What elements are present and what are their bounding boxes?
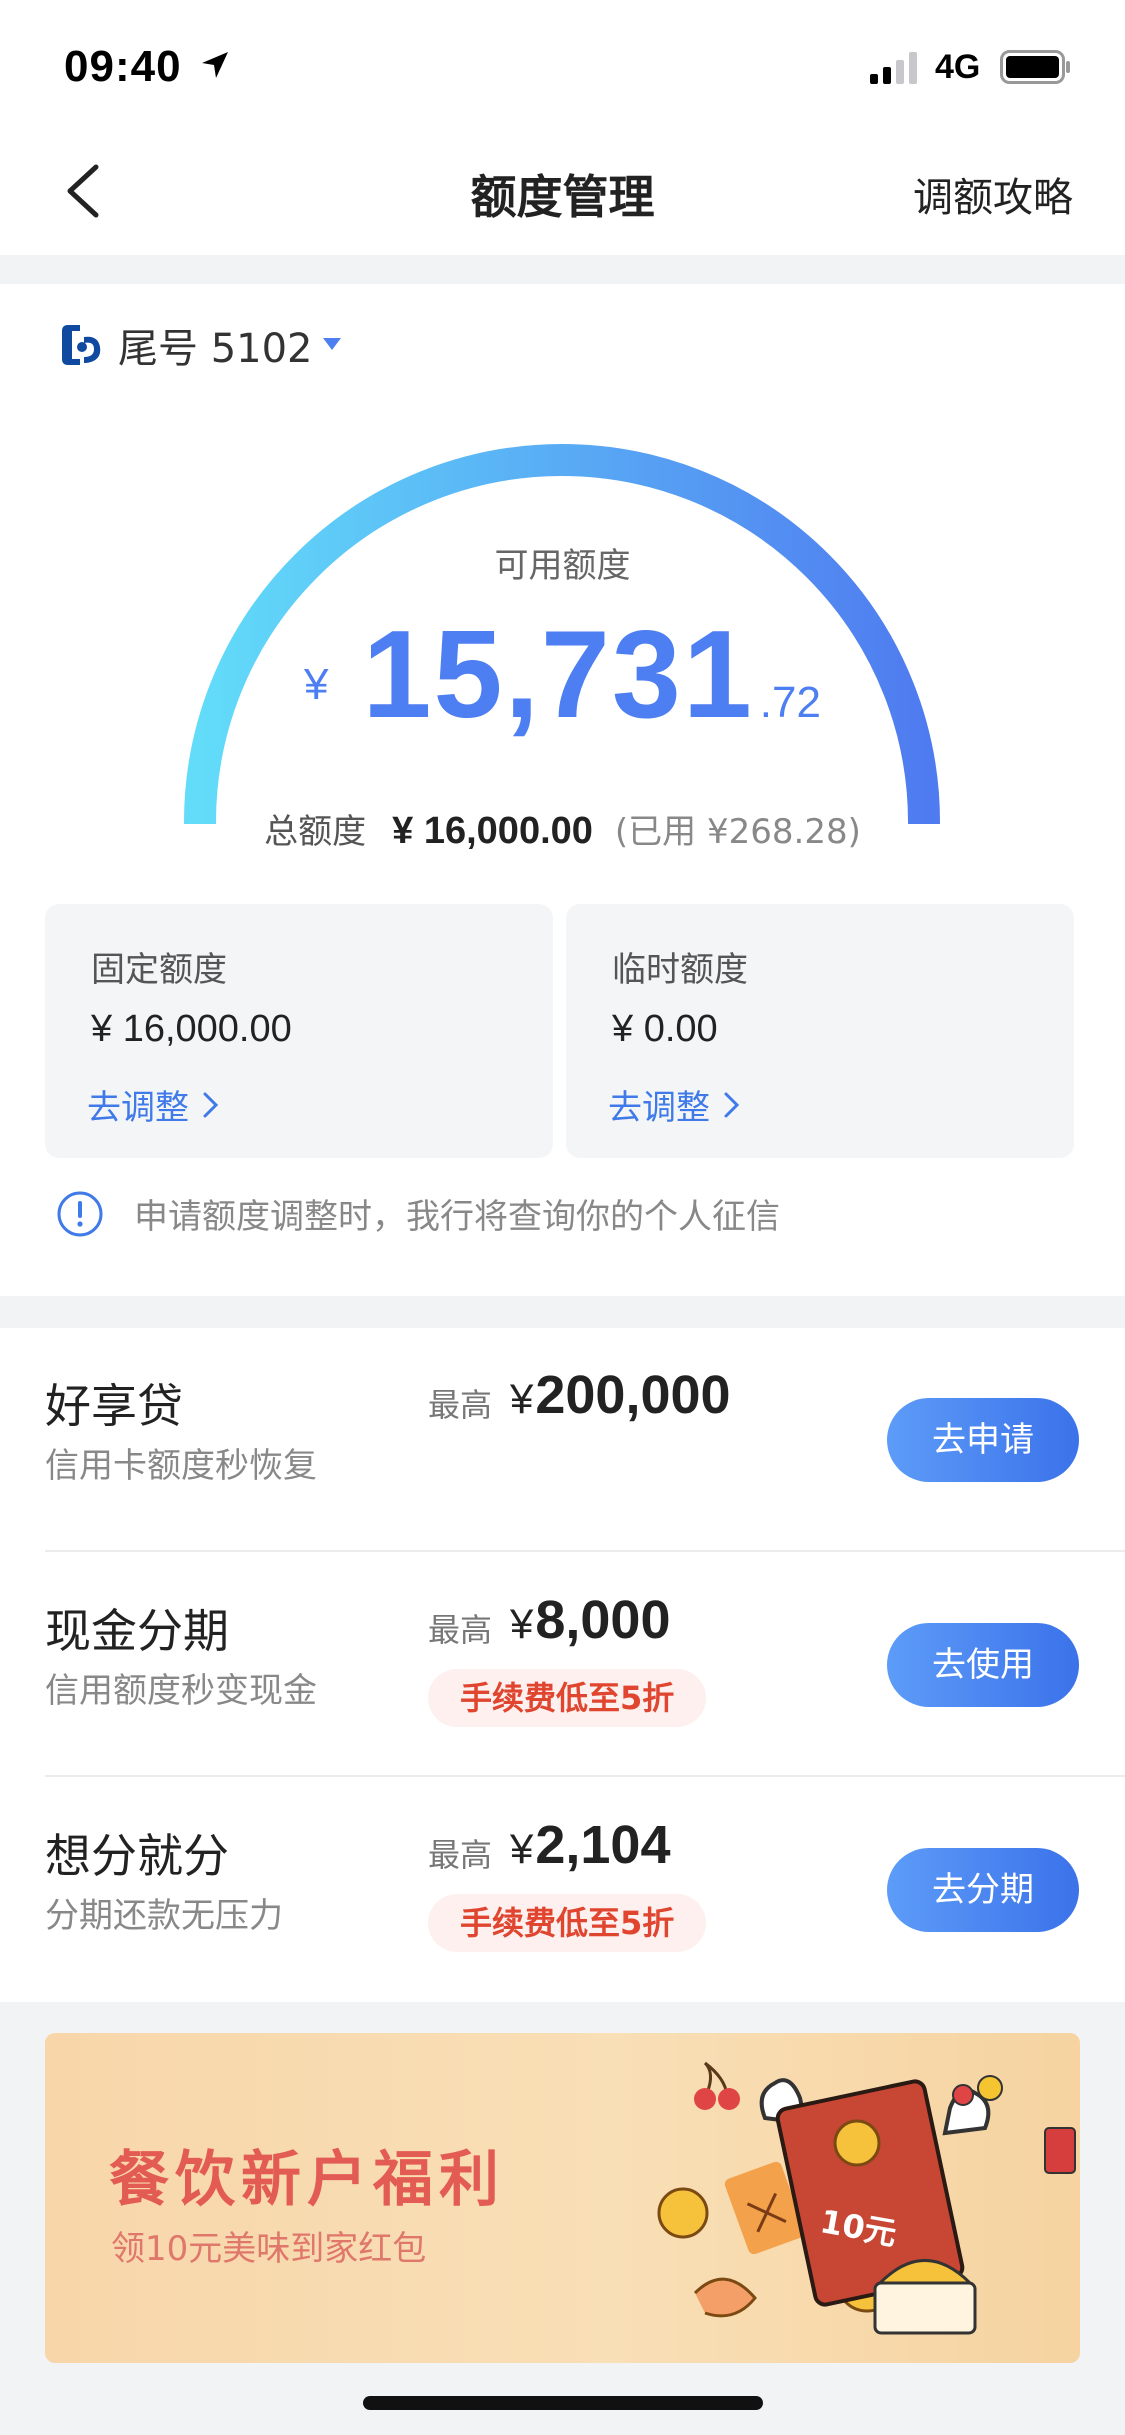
promo-banner[interactable]: 餐饮新户福利 领10元美味到家红包 10元 bbox=[45, 2033, 1080, 2363]
red-envelope-illustration: 10元 bbox=[657, 2061, 1076, 2335]
product-title: 现金分期 bbox=[45, 1604, 229, 1658]
total-limit-label: 总额度 bbox=[264, 812, 367, 852]
adjust-fixed-limit-link[interactable]: 去调整 bbox=[87, 1080, 219, 1129]
currency-symbol: ¥ bbox=[510, 1375, 534, 1422]
product-list: 好享贷 信用卡额度秒恢复 最高 ¥200,000 去申请 现金分期 信用额度秒变… bbox=[0, 1328, 1125, 2002]
chevron-right-icon bbox=[203, 1092, 219, 1117]
max-label: 最高 bbox=[428, 1386, 493, 1424]
limit-tips-link[interactable]: 调额攻略 bbox=[913, 165, 1073, 223]
network-type: 4G bbox=[935, 48, 981, 86]
fixed-limit-card: 固定额度 ¥ 16,000.00 去调整 bbox=[45, 904, 553, 1158]
banner-title: 餐饮新户福利 bbox=[109, 2145, 505, 2215]
max-amount-value: 200,000 bbox=[535, 1365, 731, 1425]
fee-discount-badge: 手续费低至5折 bbox=[428, 1894, 707, 1952]
temporary-limit-card: 临时额度 ¥ 0.00 去调整 bbox=[566, 904, 1074, 1158]
notice-text: 申请额度调整时，我行将查询你的个人征信 bbox=[134, 1197, 780, 1237]
location-arrow-icon bbox=[202, 52, 228, 78]
total-limit-line: 总额度 ¥ 16,000.00 (已用 ¥268.28) bbox=[0, 804, 1125, 853]
adjust-temporary-limit-link[interactable]: 去调整 bbox=[608, 1080, 740, 1129]
available-amount-integer: 15,731 bbox=[362, 606, 754, 744]
temporary-limit-title: 临时额度 bbox=[612, 950, 748, 990]
nav-bar: 额度管理 调额攻略 bbox=[0, 135, 1125, 255]
divider bbox=[45, 1775, 1125, 1777]
info-icon bbox=[57, 1191, 103, 1236]
product-title: 想分就分 bbox=[45, 1829, 229, 1883]
currency-symbol: ¥ bbox=[510, 1600, 534, 1647]
max-label: 最高 bbox=[428, 1836, 493, 1874]
available-amount-decimal: .72 bbox=[759, 678, 821, 727]
max-amount-value: 2,104 bbox=[535, 1815, 671, 1875]
max-amount-value: 8,000 bbox=[535, 1590, 671, 1650]
fixed-limit-value: ¥ 16,000.00 bbox=[91, 1008, 292, 1050]
battery-icon bbox=[1000, 50, 1070, 84]
product-subtitle: 信用额度秒变现金 bbox=[45, 1671, 317, 1711]
product-title: 好享贷 bbox=[45, 1379, 183, 1433]
currency-symbol: ¥ bbox=[510, 1825, 534, 1872]
max-label: 最高 bbox=[428, 1611, 493, 1649]
credit-limit-panel: 尾号 5102 可用额度 ¥15,731.72 总额度 ¥ 16,000.00 (已… bbox=[0, 284, 1125, 1296]
product-subtitle: 信用卡额度秒恢复 bbox=[45, 1446, 317, 1486]
temporary-limit-value: ¥ 0.00 bbox=[612, 1008, 718, 1050]
fixed-limit-title: 固定额度 bbox=[91, 950, 227, 990]
max-amount: ¥2,104 bbox=[510, 1814, 671, 1876]
adjust-link-label: 去调整 bbox=[87, 1088, 189, 1128]
adjust-link-label: 去调整 bbox=[608, 1088, 710, 1128]
status-time: 09:40 bbox=[64, 42, 182, 91]
available-limit-gauge bbox=[184, 444, 940, 824]
list-item: 想分就分 分期还款无压力 最高 ¥2,104 手续费低至5折 去分期 bbox=[0, 1778, 1125, 2002]
available-limit-amount: ¥15,731.72 bbox=[0, 604, 1125, 746]
max-amount: ¥200,000 bbox=[510, 1364, 731, 1426]
chevron-right-icon bbox=[724, 1092, 740, 1117]
status-bar: 09:40 4G bbox=[0, 0, 1125, 135]
banner-subtitle: 领10元美味到家红包 bbox=[111, 2229, 427, 2269]
cellular-signal-icon bbox=[870, 52, 917, 84]
bank-logo-icon bbox=[62, 325, 101, 365]
total-limit-value: ¥ 16,000.00 bbox=[392, 810, 593, 852]
caret-down-icon bbox=[322, 338, 341, 350]
fee-discount-badge: 手续费低至5折 bbox=[428, 1669, 707, 1727]
available-limit-label: 可用额度 bbox=[494, 546, 631, 586]
list-item: 现金分期 信用额度秒变现金 最高 ¥8,000 手续费低至5折 去使用 bbox=[0, 1553, 1125, 1777]
use-button[interactable]: 去使用 bbox=[887, 1623, 1079, 1707]
credit-check-notice: 申请额度调整时，我行将查询你的个人征信 bbox=[56, 1189, 780, 1238]
currency-symbol: ¥ bbox=[304, 660, 329, 709]
apply-button[interactable]: 去申请 bbox=[887, 1398, 1079, 1482]
product-subtitle: 分期还款无压力 bbox=[45, 1896, 283, 1936]
used-amount: (已用 ¥268.28) bbox=[614, 812, 861, 852]
home-indicator bbox=[363, 2396, 763, 2410]
max-amount: ¥8,000 bbox=[510, 1589, 671, 1651]
divider bbox=[45, 1550, 1125, 1552]
installment-button[interactable]: 去分期 bbox=[887, 1848, 1079, 1932]
list-item: 好享贷 信用卡额度秒恢复 最高 ¥200,000 去申请 bbox=[0, 1328, 1125, 1552]
